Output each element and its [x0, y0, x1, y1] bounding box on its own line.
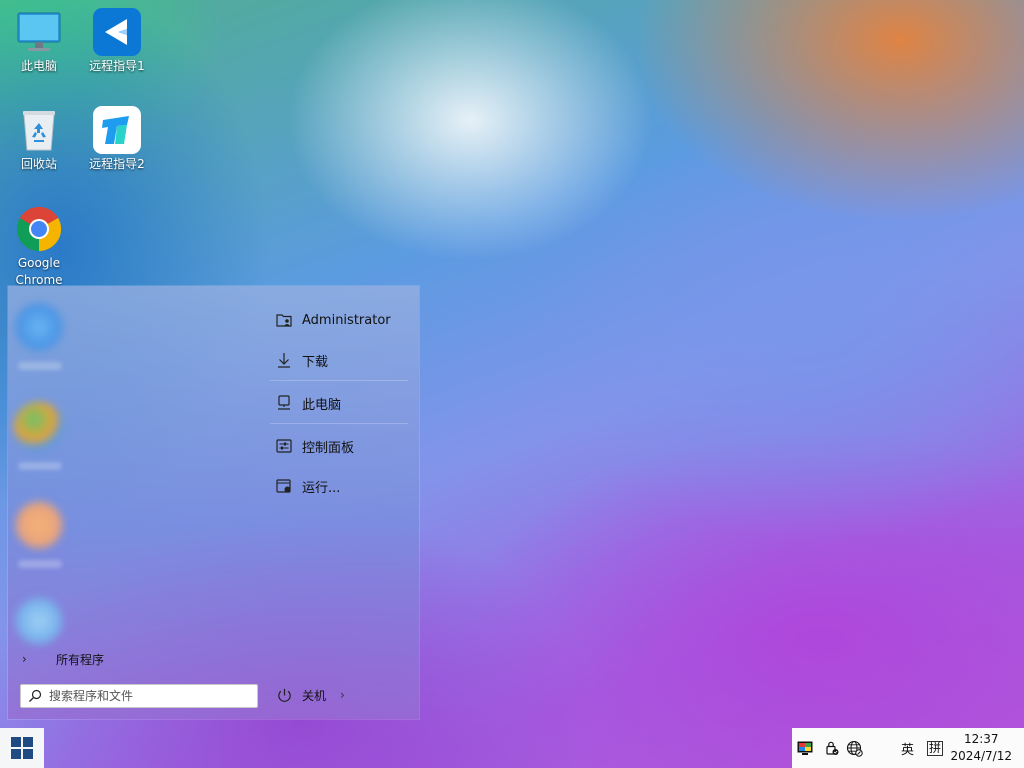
- start-place-downloads[interactable]: 下载: [268, 340, 418, 381]
- user-folder-icon: [276, 314, 292, 327]
- computer-icon: [278, 395, 290, 410]
- clock-time: 12:37: [963, 732, 999, 746]
- run-icon: [276, 479, 291, 493]
- power-icon: [278, 688, 291, 702]
- pinned-app-blurred[interactable]: [14, 302, 64, 352]
- desktop-icon-label: 远程指导1: [89, 59, 145, 73]
- place-label: 此电脑: [302, 397, 342, 413]
- desktop-icon-recycle-bin[interactable]: 回收站: [0, 106, 78, 173]
- windows-logo-icon: [11, 737, 33, 759]
- network-globe-icon[interactable]: [846, 740, 863, 757]
- desktop-icon-remote-guide-2[interactable]: 远程指导2: [78, 106, 156, 173]
- pinned-app-blurred[interactable]: [14, 596, 64, 646]
- place-label: 控制面板: [302, 440, 355, 456]
- pinned-app-label-blurred: [18, 362, 62, 370]
- start-button[interactable]: [0, 728, 44, 768]
- shutdown-button[interactable]: 关机 ›: [276, 685, 345, 705]
- start-places-list: Administrator 下载 此电脑 控制面板 运行...: [268, 300, 418, 506]
- remote-guide-app-icon: [93, 8, 141, 56]
- desktop-icon-google-chrome[interactable]: Google Chrome: [0, 205, 78, 289]
- shutdown-label: 关机: [302, 688, 327, 703]
- place-label: 运行...: [302, 480, 341, 496]
- control-panel-icon: [276, 439, 292, 453]
- security-lock-icon[interactable]: [823, 740, 840, 757]
- desktop-icon-label: 远程指导2: [89, 157, 145, 171]
- desktop-icon-remote-guide-1[interactable]: 远程指导1: [78, 8, 156, 75]
- monitor-icon: [15, 8, 63, 56]
- search-input[interactable]: [49, 689, 239, 703]
- desktop-icon-label: 回收站: [20, 157, 57, 171]
- recycle-bin-icon: [15, 106, 63, 154]
- desktop-icon-label: 此电脑: [20, 59, 57, 73]
- all-programs-label: 所有程序: [56, 652, 105, 667]
- start-place-administrator[interactable]: Administrator: [268, 300, 418, 340]
- chevron-right-icon: ›: [22, 652, 27, 666]
- download-icon: [278, 353, 290, 368]
- chevron-right-icon[interactable]: ›: [340, 688, 345, 702]
- search-icon: [29, 689, 42, 702]
- pinned-app-blurred[interactable]: [14, 402, 64, 452]
- place-label: 下载: [302, 354, 329, 370]
- pinned-app-label-blurred: [18, 560, 62, 568]
- taskbar-clock[interactable]: 12:37 2024/7/12: [950, 731, 1012, 765]
- search-box[interactable]: [20, 684, 258, 708]
- desktop-icon-label: Google Chrome: [15, 256, 63, 287]
- start-place-control-panel[interactable]: 控制面板: [268, 426, 418, 466]
- display-color-icon[interactable]: [796, 740, 813, 757]
- input-language-indicator[interactable]: 英: [901, 739, 914, 758]
- remote-guide-2-app-icon: [93, 106, 141, 154]
- start-place-run[interactable]: 运行...: [268, 466, 418, 506]
- desktop-icon-this-pc[interactable]: 此电脑: [0, 8, 78, 75]
- clock-date: 2024/7/12: [950, 749, 1012, 763]
- pinned-app-blurred[interactable]: [14, 500, 64, 550]
- place-label: Administrator: [302, 312, 391, 328]
- system-tray: 英 拼 12:37 2024/7/12: [792, 728, 1024, 768]
- start-menu: Administrator 下载 此电脑 控制面板 运行... › 所有程序 搜…: [8, 286, 419, 719]
- chrome-icon: [15, 205, 63, 253]
- pinned-app-label-blurred: [18, 462, 62, 470]
- all-programs-button[interactable]: › 所有程序: [22, 649, 104, 669]
- start-place-this-pc[interactable]: 此电脑: [268, 383, 418, 424]
- ime-mode-indicator[interactable]: 拼: [927, 740, 944, 756]
